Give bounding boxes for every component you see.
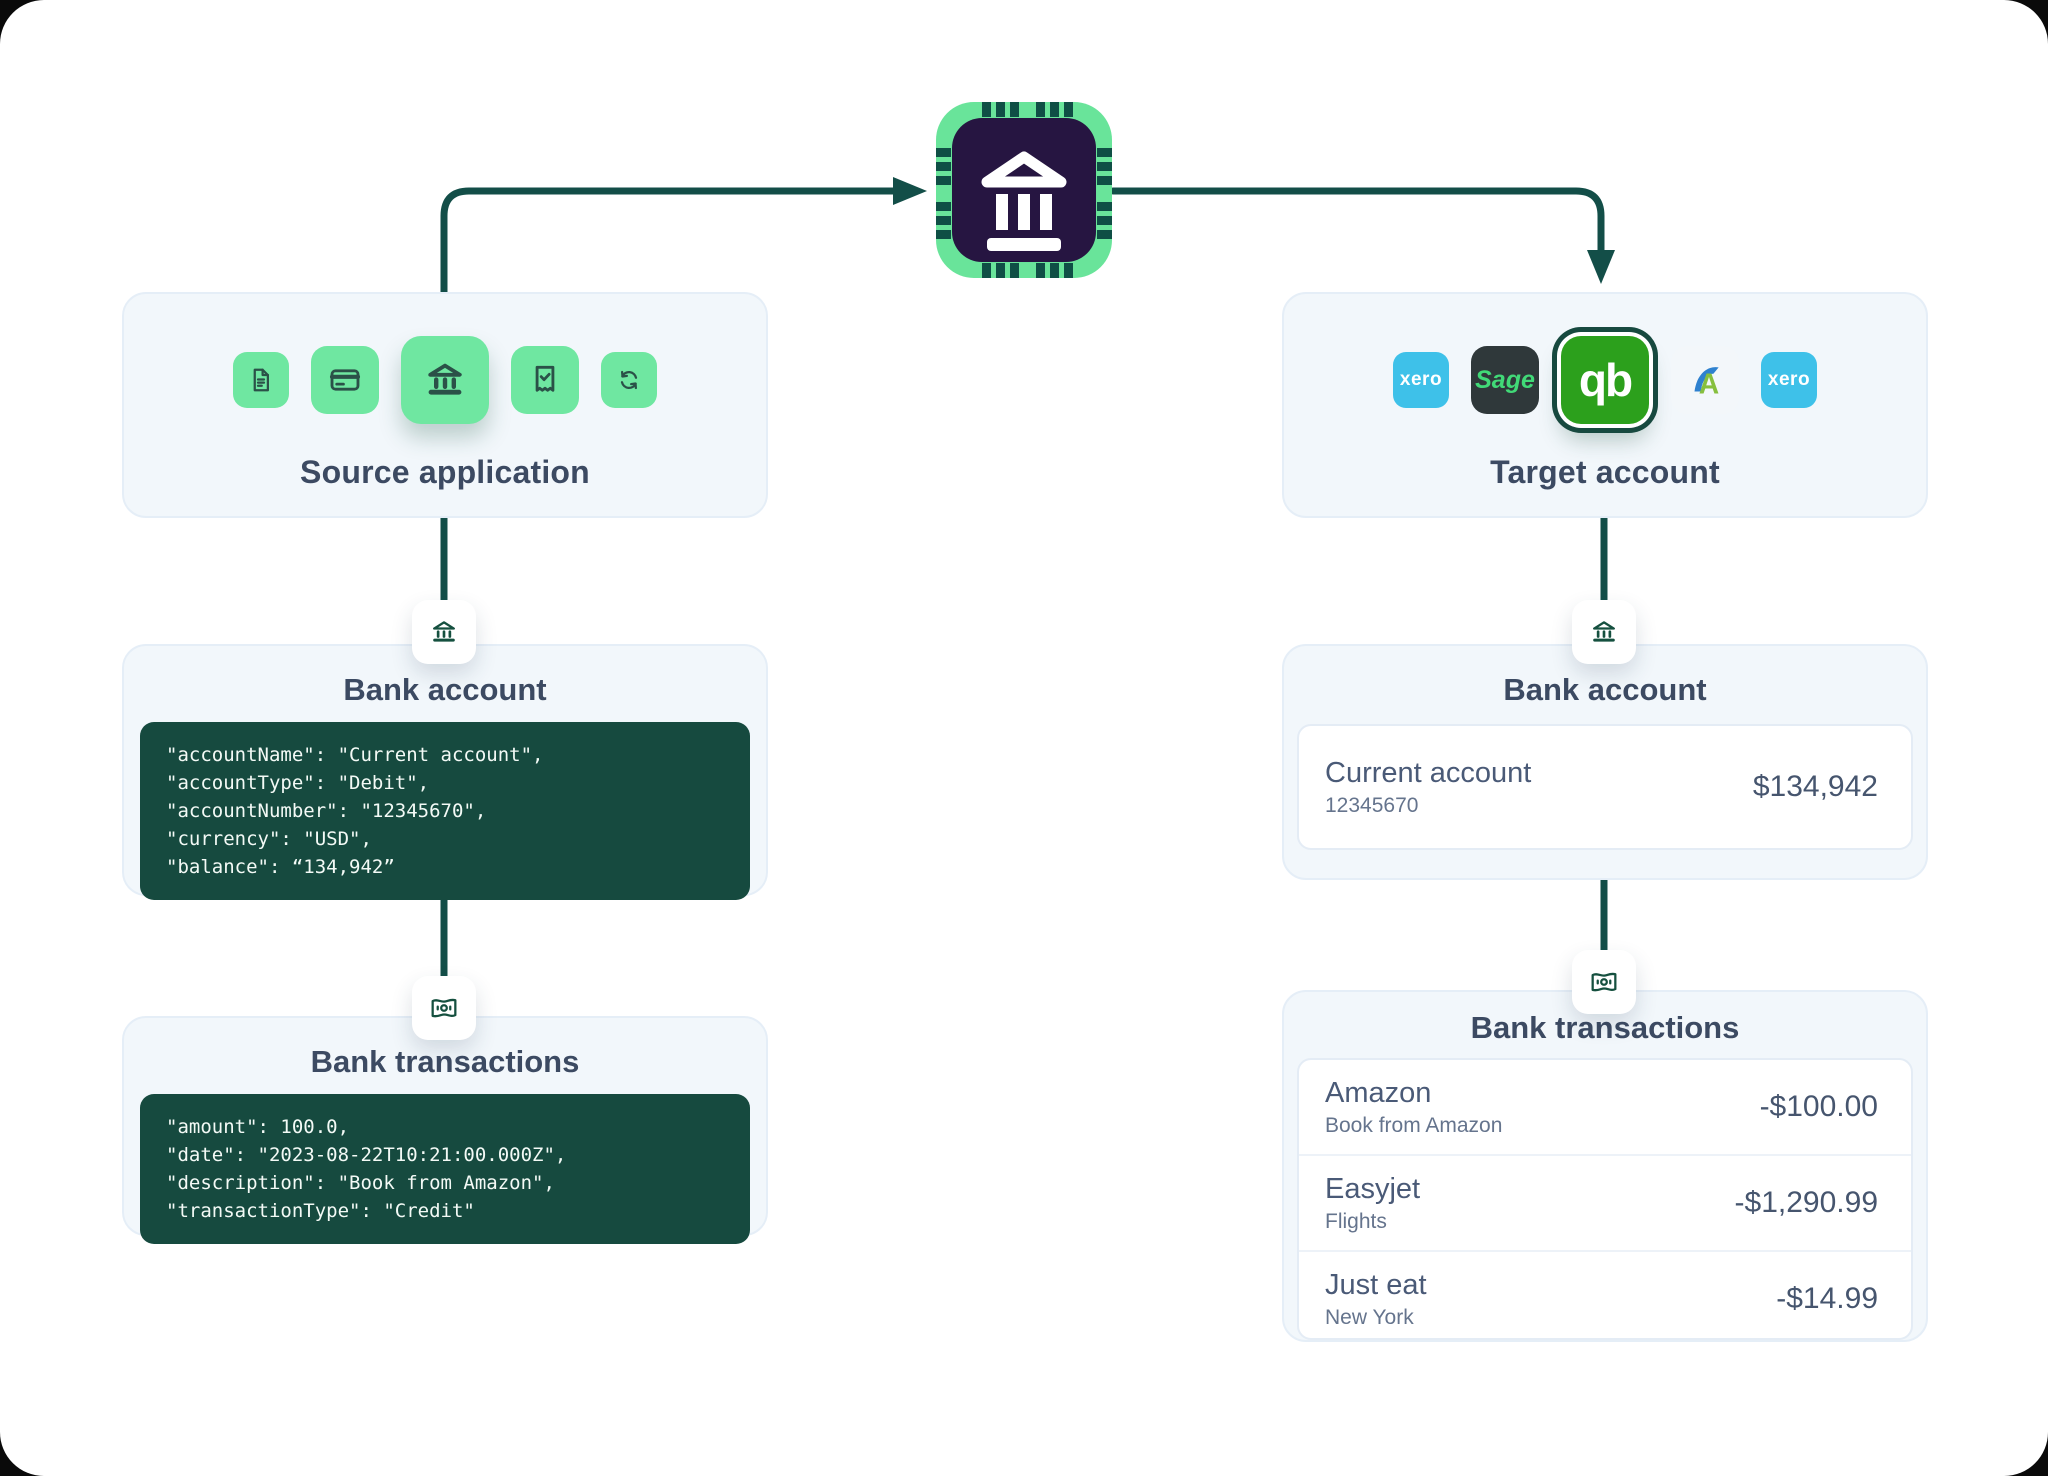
source-tile-receipt [511, 346, 579, 414]
banknote-icon [1588, 966, 1620, 998]
freeagent-icon: A [1684, 359, 1726, 401]
xero-logo: xero [1761, 352, 1817, 408]
code-line: "accountNumber": "12345670", [166, 797, 724, 825]
source-tile-document [233, 352, 289, 408]
document-icon [246, 365, 276, 395]
bank-icon [1588, 616, 1620, 648]
target-account-panel: xero Sage qb A xero Target account [1282, 292, 1928, 518]
source-bank-account-box: Bank account "accountName": "Current acc… [122, 644, 768, 896]
source-bank-account-title: Bank account [343, 672, 546, 708]
target-bank-transactions-title: Bank transactions [1471, 1010, 1740, 1046]
account-balance: $134,942 [1753, 770, 1878, 804]
target-logo-row: xero Sage qb A xero [1393, 336, 1817, 424]
bank-chip-icon [936, 102, 1112, 278]
arrow-hub-to-target [1113, 191, 1601, 250]
source-icon-row [233, 336, 657, 424]
source-bank-account-code: "accountName": "Current account", "accou… [140, 722, 750, 900]
code-line: "accountName": "Current account", [166, 741, 724, 769]
banknote-icon [428, 992, 460, 1024]
svg-text:A: A [1699, 369, 1719, 401]
code-line: "currency": "USD", [166, 825, 724, 853]
transaction-amount: -$100.00 [1760, 1090, 1878, 1124]
sage-logo-label: Sage [1475, 366, 1535, 395]
arrow-source-to-hub [444, 191, 893, 292]
arrowhead-down-icon [1587, 250, 1615, 284]
source-bank-transactions-title: Bank transactions [311, 1044, 580, 1080]
source-panel-title: Source application [300, 454, 590, 491]
target-bank-transactions-badge [1572, 950, 1636, 1014]
source-bank-transactions-box: Bank transactions "amount": 100.0, "date… [122, 1016, 768, 1236]
transaction-amount: -$14.99 [1776, 1282, 1878, 1316]
hub-chip [936, 102, 1112, 278]
source-tile-credit-card [311, 346, 379, 414]
freeagent-logo: A [1671, 346, 1739, 414]
transaction-description: New York [1325, 1306, 1427, 1330]
transaction-merchant: Easyjet [1325, 1173, 1420, 1206]
account-number: 12345670 [1325, 794, 1531, 818]
source-tile-bank [401, 336, 489, 424]
target-bank-account-title: Bank account [1503, 672, 1706, 708]
code-line: "description": "Book from Amazon", [166, 1169, 724, 1197]
account-summary-row: Current account 12345670 $134,942 [1299, 726, 1911, 848]
transaction-amount: -$1,290.99 [1735, 1186, 1878, 1220]
transaction-description: Flights [1325, 1210, 1420, 1234]
code-line: "amount": 100.0, [166, 1113, 724, 1141]
transaction-description: Book from Amazon [1325, 1114, 1502, 1138]
sync-icon [614, 365, 644, 395]
source-bank-transactions-code: "amount": 100.0, "date": "2023-08-22T10:… [140, 1094, 750, 1244]
xero-logo-label: xero [1400, 369, 1442, 391]
source-tile-sync [601, 352, 657, 408]
arrowhead-right-icon [893, 177, 927, 205]
bank-icon [428, 616, 460, 648]
target-bank-account-box: Bank account Current account 12345670 $1… [1282, 644, 1928, 880]
source-bank-account-badge [412, 600, 476, 664]
code-line: "balance": “134,942” [166, 853, 724, 881]
source-application-panel: Source application [122, 292, 768, 518]
quickbooks-logo: qb [1561, 336, 1649, 424]
diagram-canvas: Source application xero Sage qb A xero T… [0, 0, 2048, 1476]
xero-logo: xero [1393, 352, 1449, 408]
transaction-merchant: Amazon [1325, 1077, 1502, 1110]
target-bank-transactions-box: Bank transactions Amazon Book from Amazo… [1282, 990, 1928, 1342]
code-line: "accountType": "Debit", [166, 769, 724, 797]
source-bank-transactions-badge [412, 976, 476, 1040]
target-panel-title: Target account [1490, 454, 1720, 491]
xero-logo-label: xero [1768, 369, 1810, 391]
sage-logo: Sage [1471, 346, 1539, 414]
credit-card-icon [326, 361, 364, 399]
transaction-row: Just eat New York -$14.99 [1299, 1252, 1911, 1340]
target-bank-transactions-card: Amazon Book from Amazon -$100.00 Easyjet… [1297, 1058, 1913, 1340]
code-line: "date": "2023-08-22T10:21:00.000Z", [166, 1141, 724, 1169]
transaction-row: Amazon Book from Amazon -$100.00 [1299, 1060, 1911, 1156]
transaction-row: Easyjet Flights -$1,290.99 [1299, 1156, 1911, 1252]
quickbooks-logo-label: qb [1579, 353, 1631, 407]
code-line: "transactionType": "Credit" [166, 1197, 724, 1225]
target-bank-account-badge [1572, 600, 1636, 664]
bank-icon [421, 356, 469, 404]
receipt-check-icon [526, 361, 564, 399]
target-bank-account-card: Current account 12345670 $134,942 [1297, 724, 1913, 850]
transaction-merchant: Just eat [1325, 1269, 1427, 1302]
account-name: Current account [1325, 757, 1531, 790]
